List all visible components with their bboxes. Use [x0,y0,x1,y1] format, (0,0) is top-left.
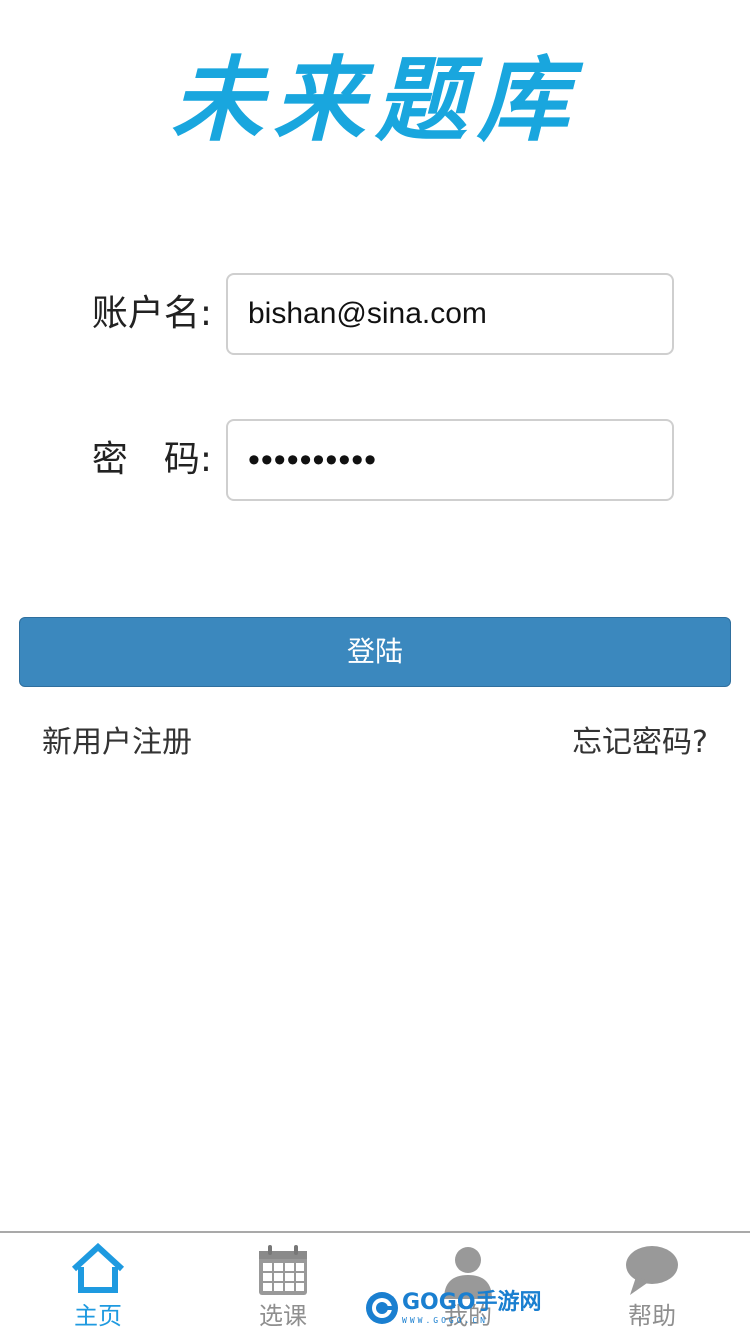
login-screen: 未来题库 账户名: 密 码: 登陆 新用户注册 忘记密码? 主页 [0,0,750,1333]
password-input[interactable] [226,419,674,501]
chat-bubble-icon [626,1246,678,1295]
forgot-password-link[interactable]: 忘记密码? [572,718,708,768]
password-row: 密 码: [0,419,750,501]
tab-course[interactable]: 选课 [213,1233,353,1333]
register-link[interactable]: 新用户注册 [42,718,192,768]
app-logo: 未来题库 [170,46,579,154]
tab-help-label: 帮助 [628,1302,676,1330]
tab-home[interactable]: 主页 [28,1233,168,1333]
username-label: 账户名: [91,293,212,334]
watermark-subtext: WWW.GOGO.CN [402,1316,488,1325]
tab-home-label: 主页 [74,1302,122,1330]
login-button[interactable]: 登陆 [19,617,731,687]
username-input[interactable] [226,273,674,355]
home-icon [71,1243,125,1293]
watermark-logo: GOGO手游网 WWW.GOGO.CN [364,1288,542,1328]
watermark-text: GOGO手游网 [402,1290,542,1315]
tab-course-label: 选课 [259,1302,307,1330]
calendar-icon [259,1245,307,1295]
tab-help[interactable]: 帮助 [582,1233,722,1333]
watermark-g-icon [366,1292,398,1324]
username-row: 账户名: [0,273,750,355]
password-label: 密 码: [91,439,212,480]
